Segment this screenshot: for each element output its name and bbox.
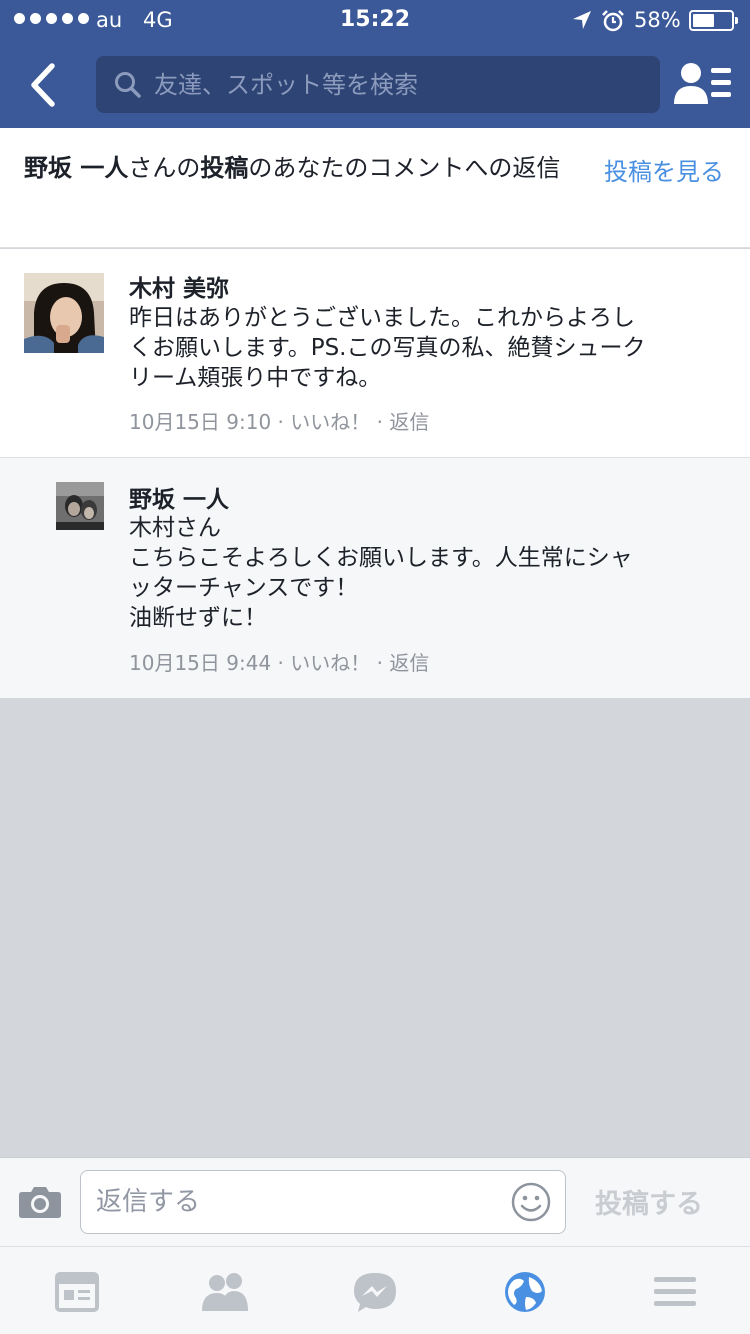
comment-timestamp: 10月15日 9:44: [129, 651, 272, 675]
reply-input-box[interactable]: [80, 1170, 566, 1234]
reply-link[interactable]: 返信: [389, 410, 429, 434]
status-bar: au 4G 15:22 58%: [0, 0, 750, 40]
avatar[interactable]: [24, 273, 104, 353]
comment-reply: 野坂 一人 木村さん こちらこそよろしくお願いします。人生常にシャ ッターチャン…: [0, 458, 750, 698]
camera-icon[interactable]: [19, 1184, 61, 1218]
search-bar[interactable]: [96, 56, 660, 113]
comment-body: 木村さん こちらこそよろしくお願いします。人生常にシャ ッターチャンスです！ 油…: [129, 515, 633, 631]
like-link[interactable]: いいね！: [290, 651, 370, 675]
location-arrow-icon: [573, 11, 591, 29]
bottom-tab-bar: [0, 1246, 750, 1334]
comment-timestamp: 10月15日 9:10: [129, 410, 272, 434]
friend-list-icon[interactable]: [674, 60, 732, 108]
post-author-link[interactable]: 野坂 一人: [24, 154, 128, 182]
back-chevron-icon[interactable]: [18, 60, 68, 110]
comment: 木村 美弥 昨日はありがとうございました。これからよろし くお願いします。PS.…: [0, 249, 750, 458]
post-link[interactable]: 投稿: [200, 154, 248, 182]
search-input[interactable]: [154, 56, 644, 113]
comment-author[interactable]: 野坂 一人: [129, 480, 229, 514]
comment-meta: 10月15日 9:10 · いいね！ · 返信: [129, 410, 430, 434]
view-post-link[interactable]: 投稿を見る: [604, 152, 724, 187]
reply-context-header: 野坂 一人さんの投稿のあなたのコメントへの返信 投稿を見る: [0, 128, 750, 248]
comment-author[interactable]: 木村 美弥: [129, 269, 229, 303]
top-navigation-bar: au 4G 15:22 58%: [0, 0, 750, 128]
comment-body: 昨日はありがとうございました。これからよろし くお願いします。PS.この写真の私…: [129, 305, 646, 391]
battery-icon: [689, 10, 738, 31]
alarm-clock-icon: [602, 10, 624, 32]
emoji-smiley-icon[interactable]: [511, 1182, 551, 1222]
reply-context-text: 野坂 一人さんの投稿のあなたのコメントへの返信: [24, 154, 561, 182]
battery-percentage: 58%: [634, 8, 681, 32]
reply-link[interactable]: 返信: [389, 651, 429, 675]
reply-composer: 投稿する: [0, 1157, 750, 1246]
news-feed-icon[interactable]: [54, 1271, 100, 1313]
friends-icon[interactable]: [202, 1271, 248, 1313]
messenger-icon[interactable]: [352, 1271, 398, 1313]
avatar[interactable]: [56, 482, 104, 530]
search-icon: [115, 72, 141, 98]
menu-icon[interactable]: [652, 1271, 698, 1313]
post-reply-button[interactable]: 投稿する: [595, 1182, 703, 1221]
notifications-globe-icon[interactable]: [502, 1271, 548, 1313]
comment-meta: 10月15日 9:44 · いいね！ · 返信: [129, 651, 430, 675]
like-link[interactable]: いいね！: [290, 410, 370, 434]
reply-input[interactable]: [96, 1171, 506, 1233]
